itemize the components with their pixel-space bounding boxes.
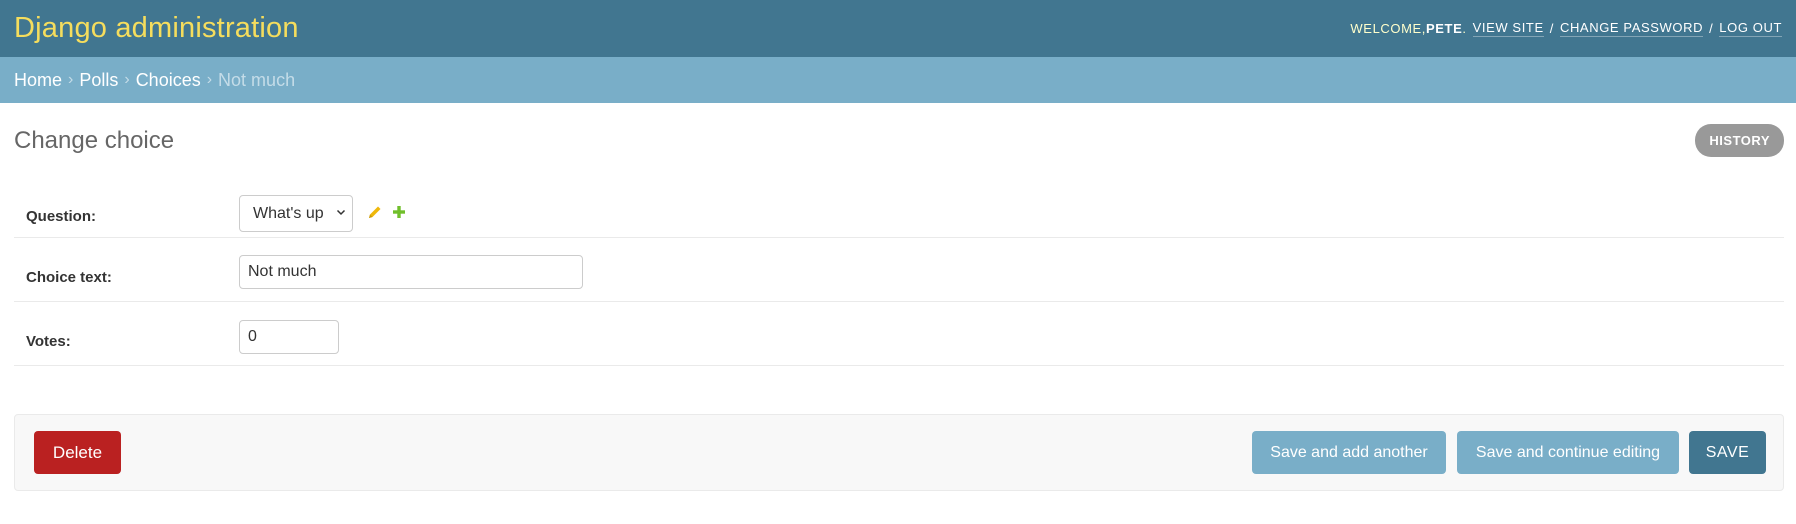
submit-row: Delete Save and add another Save and con…: [14, 414, 1784, 491]
form-row-votes: Votes: 0: [14, 302, 1784, 366]
change-password-link[interactable]: CHANGE PASSWORD: [1559, 20, 1704, 37]
breadcrumb-polls[interactable]: Polls: [79, 70, 118, 91]
history-button[interactable]: HISTORY: [1695, 124, 1784, 157]
view-site-link[interactable]: VIEW SITE: [1472, 20, 1544, 37]
tools-separator: /: [1549, 21, 1554, 36]
choice-text-input[interactable]: Not much: [239, 255, 583, 289]
site-name[interactable]: Django administration: [14, 12, 299, 45]
breadcrumb-home[interactable]: Home: [14, 70, 62, 91]
form-row-choice-text: Choice text: Not much: [14, 238, 1784, 302]
pencil-icon[interactable]: [366, 203, 384, 221]
header: Django administration WELCOME, PETE . VI…: [0, 0, 1796, 57]
question-label: Question:: [26, 208, 96, 225]
save-and-continue-button[interactable]: Save and continue editing: [1457, 431, 1679, 474]
plus-icon[interactable]: [390, 203, 408, 221]
breadcrumb-separator: ›: [206, 71, 213, 88]
chevron-down-icon: [336, 207, 346, 220]
form-row-question: Question: What's up: [14, 178, 1784, 238]
question-select[interactable]: What's up: [239, 195, 353, 232]
breadcrumb: Home › Polls › Choices › Not much: [0, 57, 1796, 103]
log-out-link[interactable]: LOG OUT: [1719, 20, 1782, 37]
breadcrumb-separator: ›: [124, 71, 130, 88]
welcome-suffix: .: [1462, 21, 1467, 36]
question-select-value: What's up: [253, 204, 324, 222]
user-tools: WELCOME, PETE . VIEW SITE / CHANGE PASSW…: [1350, 20, 1782, 37]
username: PETE: [1426, 21, 1463, 36]
choice-text-label: Choice text:: [26, 269, 112, 286]
page-title: Change choice: [14, 127, 175, 154]
breadcrumb-separator: ›: [68, 71, 74, 88]
breadcrumb-current: Not much: [218, 69, 296, 90]
tools-separator: /: [1709, 21, 1714, 36]
save-button[interactable]: SAVE: [1689, 431, 1766, 474]
votes-label: Votes:: [26, 333, 71, 350]
delete-button[interactable]: Delete: [34, 431, 121, 474]
save-and-add-another-button[interactable]: Save and add another: [1252, 431, 1446, 474]
welcome-text: WELCOME,: [1350, 21, 1427, 36]
votes-input[interactable]: 0: [239, 320, 339, 354]
breadcrumb-choices[interactable]: Choices: [136, 70, 201, 91]
